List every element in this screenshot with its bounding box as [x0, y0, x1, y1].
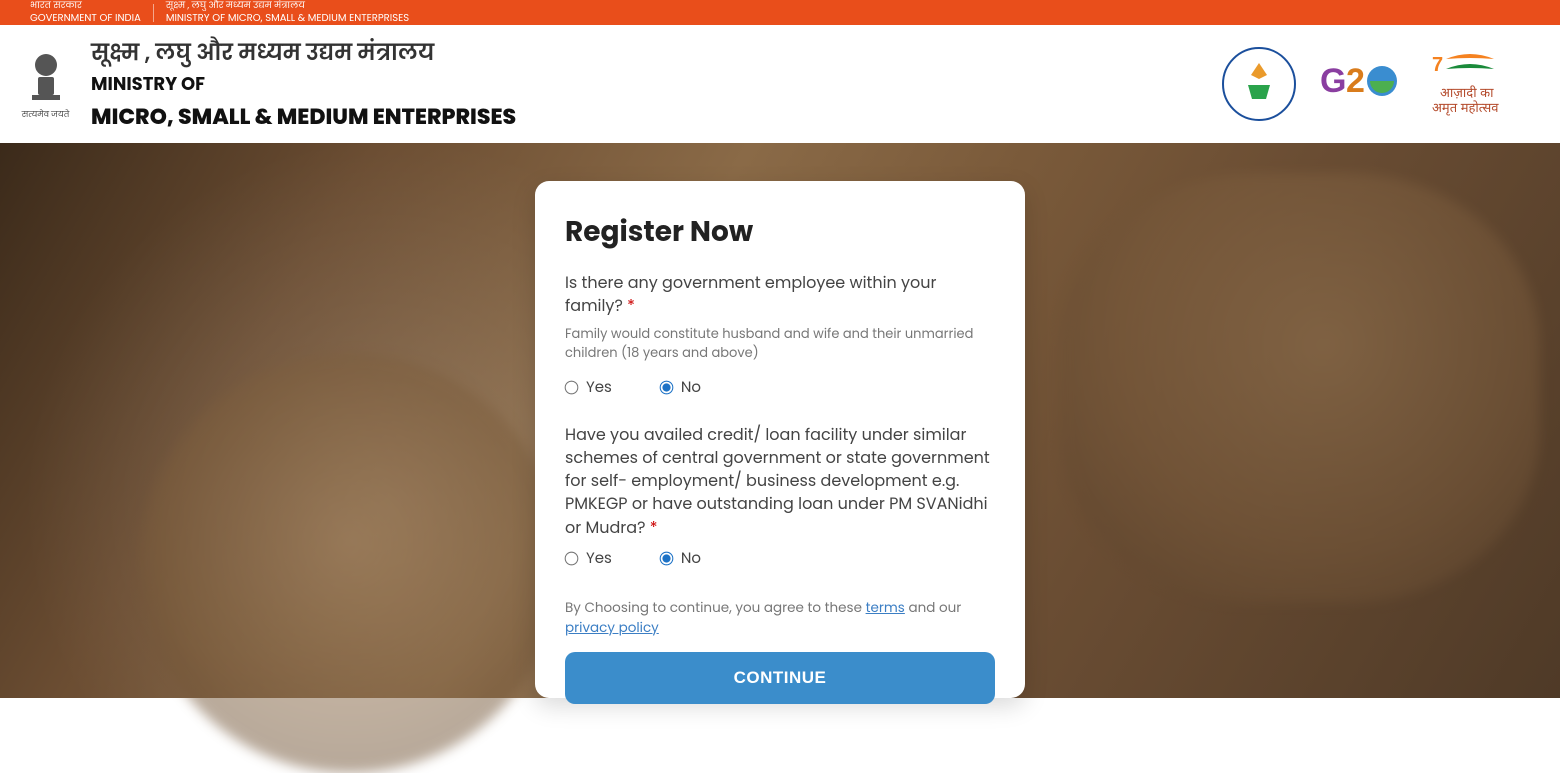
azadi-logo: 7 आज़ादी का अमृत महोत्सव: [1432, 45, 1522, 123]
ministry-label: सूक्ष्म , लघु और मध्यम उद्यम मंत्रालय MI…: [154, 1, 421, 24]
form-heading: Register Now: [565, 211, 995, 253]
q1-radio-no[interactable]: [660, 380, 674, 394]
continue-button[interactable]: CONTINUE: [565, 652, 995, 704]
svg-text:2: 2: [1346, 62, 1365, 100]
required-icon: *: [650, 516, 658, 539]
national-emblem: सत्यमेव जयते: [18, 42, 73, 127]
q2-text: Have you availed credit/ loan facility u…: [565, 423, 990, 539]
vishwakarma-logo: [1220, 45, 1298, 123]
header-logos: G 2 7 आज़ादी का अमृत महोत्सव: [1220, 45, 1522, 123]
government-topbar: भारत सरकार GOVERNMENT OF INDIA सूक्ष्म ,…: [0, 0, 1560, 25]
privacy-link[interactable]: privacy policy: [565, 618, 659, 637]
title-en-line1: MINISTRY OF: [91, 71, 516, 98]
q2-yes-label[interactable]: Yes: [586, 547, 612, 570]
q2-radios: Yes No: [565, 547, 995, 570]
site-header: सत्यमेव जयते सूक्ष्म , लघु और मध्यम उद्य…: [0, 25, 1560, 143]
required-icon: *: [627, 294, 635, 317]
q1-radio-yes[interactable]: [565, 380, 579, 394]
svg-text:G: G: [1320, 62, 1346, 100]
ministry-title-block: सूक्ष्म , लघु और मध्यम उद्यम मंत्रालय MI…: [91, 36, 516, 133]
question-2: Have you availed credit/ loan facility u…: [565, 423, 995, 539]
q1-radios: Yes No: [565, 376, 995, 399]
consent-text: By Choosing to continue, you agree to th…: [565, 598, 995, 638]
svg-text:7: 7: [1432, 54, 1443, 76]
register-card: Register Now Is there any government emp…: [535, 181, 1025, 698]
g20-logo: G 2: [1320, 45, 1410, 123]
emblem-icon: [26, 47, 66, 107]
title-hindi: सूक्ष्म , लघु और मध्यम उद्यम मंत्रालय: [91, 36, 516, 69]
q1-yes-label[interactable]: Yes: [586, 376, 612, 399]
svg-text:अमृत महोत्सव: अमृत महोत्सव: [1432, 100, 1499, 116]
q2-radio-yes[interactable]: [565, 551, 579, 565]
terms-link[interactable]: terms: [866, 598, 905, 617]
q1-hint: Family would constitute husband and wife…: [565, 325, 995, 361]
svg-text:आज़ादी का: आज़ादी का: [1440, 85, 1494, 100]
q1-no-label[interactable]: No: [681, 376, 701, 399]
gov-en: GOVERNMENT OF INDIA: [30, 10, 141, 25]
consent-prefix: By Choosing to continue, you agree to th…: [565, 598, 866, 617]
q2-no-label[interactable]: No: [681, 547, 701, 570]
title-en-line2: MICRO, SMALL & MEDIUM ENTERPRISES: [91, 100, 516, 133]
question-1: Is there any government employee within …: [565, 271, 995, 317]
gov-label: भारत सरकार GOVERNMENT OF INDIA: [18, 1, 153, 24]
min-en: MINISTRY OF MICRO, SMALL & MEDIUM ENTERP…: [166, 10, 409, 25]
q1-text: Is there any government employee within …: [565, 271, 936, 317]
hero-background: Register Now Is there any government emp…: [0, 143, 1560, 698]
emblem-motto: सत्यमेव जयते: [22, 109, 70, 121]
q2-radio-no[interactable]: [660, 551, 674, 565]
consent-mid: and our: [908, 598, 961, 617]
